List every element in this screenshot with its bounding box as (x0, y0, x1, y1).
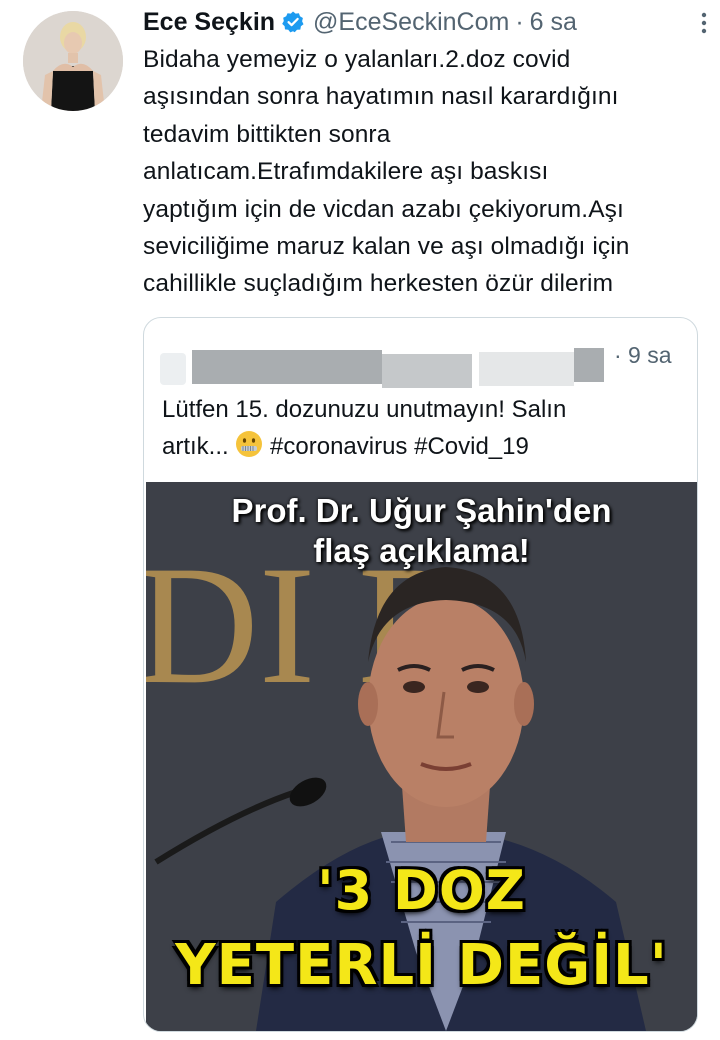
quoted-text-line1: Lütfen 15. dozunuzu unutmayın! Salın (162, 396, 567, 423)
author-name[interactable]: Ece Seçkin (143, 8, 275, 37)
hashtags[interactable]: #coronavirus #Covid_19 (270, 433, 529, 460)
redacted-handle (479, 352, 574, 386)
redacted-name (192, 350, 382, 384)
image-quote-line2: YETERLİ DEĞİL' (175, 933, 668, 998)
tweet-timestamp[interactable]: 6 sa (530, 8, 577, 37)
verified-badge-icon (282, 11, 304, 33)
profile-avatar[interactable] (23, 11, 123, 111)
image-quote-line1: '3 DOZ (317, 859, 526, 922)
redacted-name (382, 354, 472, 388)
quoted-tweet[interactable]: · 9 sa Lütfen 15. dozunuzu unutmayın! Sa… (143, 317, 698, 1032)
quoted-tweet-image[interactable]: DI D Prof. Dr. Uğur Şahin'den flaş açıkl… (146, 482, 697, 1031)
quoted-tweet-header: · 9 sa (144, 318, 697, 388)
separator-dot: · (515, 7, 524, 36)
redacted-avatar (160, 353, 186, 385)
quoted-text-line2: artık... (162, 432, 236, 460)
quoted-tweet-text: Lütfen 15. dozunuzu unutmayın! Salın art… (144, 386, 682, 488)
avatar-image (23, 11, 123, 111)
image-headline-line2: flaş açıklama! (313, 532, 530, 569)
tweet[interactable]: Ece Seçkin @EceSeckinCom · 6 sa Bidaha y… (143, 4, 707, 303)
image-headline-line1: Prof. Dr. Uğur Şahin'den (231, 492, 612, 529)
zipper-mouth-face-icon (236, 430, 263, 457)
quoted-tweet-timestamp[interactable]: · 9 sa (614, 342, 672, 369)
tweet-text: Bidaha yemeyiz o yalanları.2.doz covid a… (143, 46, 630, 298)
tweet-header: Ece Seçkin @EceSeckinCom · 6 sa (143, 4, 703, 40)
author-handle[interactable]: @EceSeckinCom (313, 8, 509, 37)
more-options-icon[interactable] (689, 8, 719, 38)
redacted-handle (574, 348, 604, 382)
